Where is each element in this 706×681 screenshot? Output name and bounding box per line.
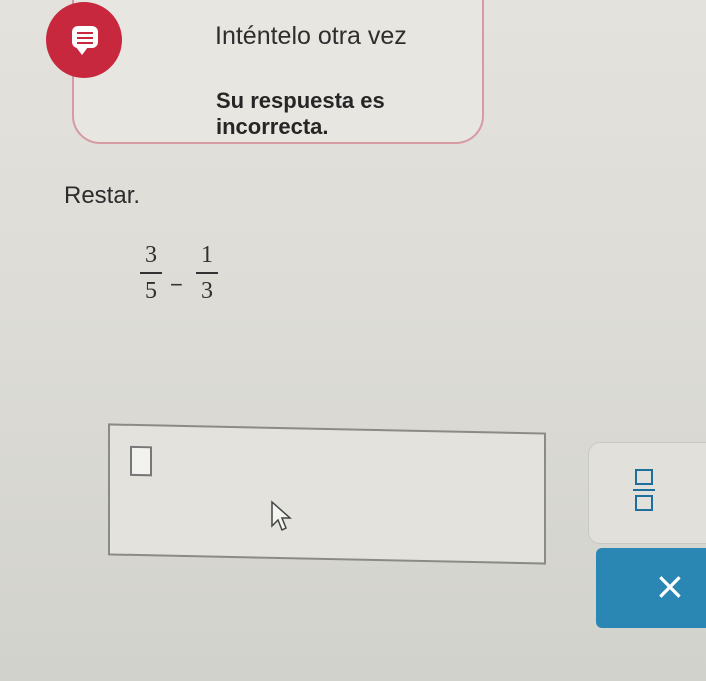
fraction-1: 3 5 (140, 242, 162, 304)
fraction-1-denominator: 5 (145, 278, 157, 304)
fraction-1-numerator: 3 (145, 242, 157, 268)
math-tools-panel (588, 442, 706, 544)
feedback-panel: Inténtelo otra vez Su respuesta es incor… (72, 0, 484, 144)
fraction-2-numerator: 1 (201, 242, 213, 268)
fraction-2: 1 3 (196, 242, 218, 304)
mouse-pointer-icon (271, 500, 292, 532)
close-icon: × (654, 564, 686, 608)
feedback-title: Inténtelo otra vez (215, 22, 407, 50)
answer-input[interactable] (108, 423, 546, 565)
feedback-message: Su respuesta es incorrecta. (216, 88, 385, 139)
fraction-template-icon[interactable] (633, 469, 655, 511)
minus-operator: − (170, 272, 183, 297)
chat-bubble-icon (46, 2, 122, 78)
fraction-2-denominator: 3 (201, 278, 213, 304)
clear-button[interactable]: × (596, 548, 706, 628)
answer-placeholder-box[interactable] (130, 445, 152, 477)
instruction-text: Restar. (64, 182, 141, 209)
